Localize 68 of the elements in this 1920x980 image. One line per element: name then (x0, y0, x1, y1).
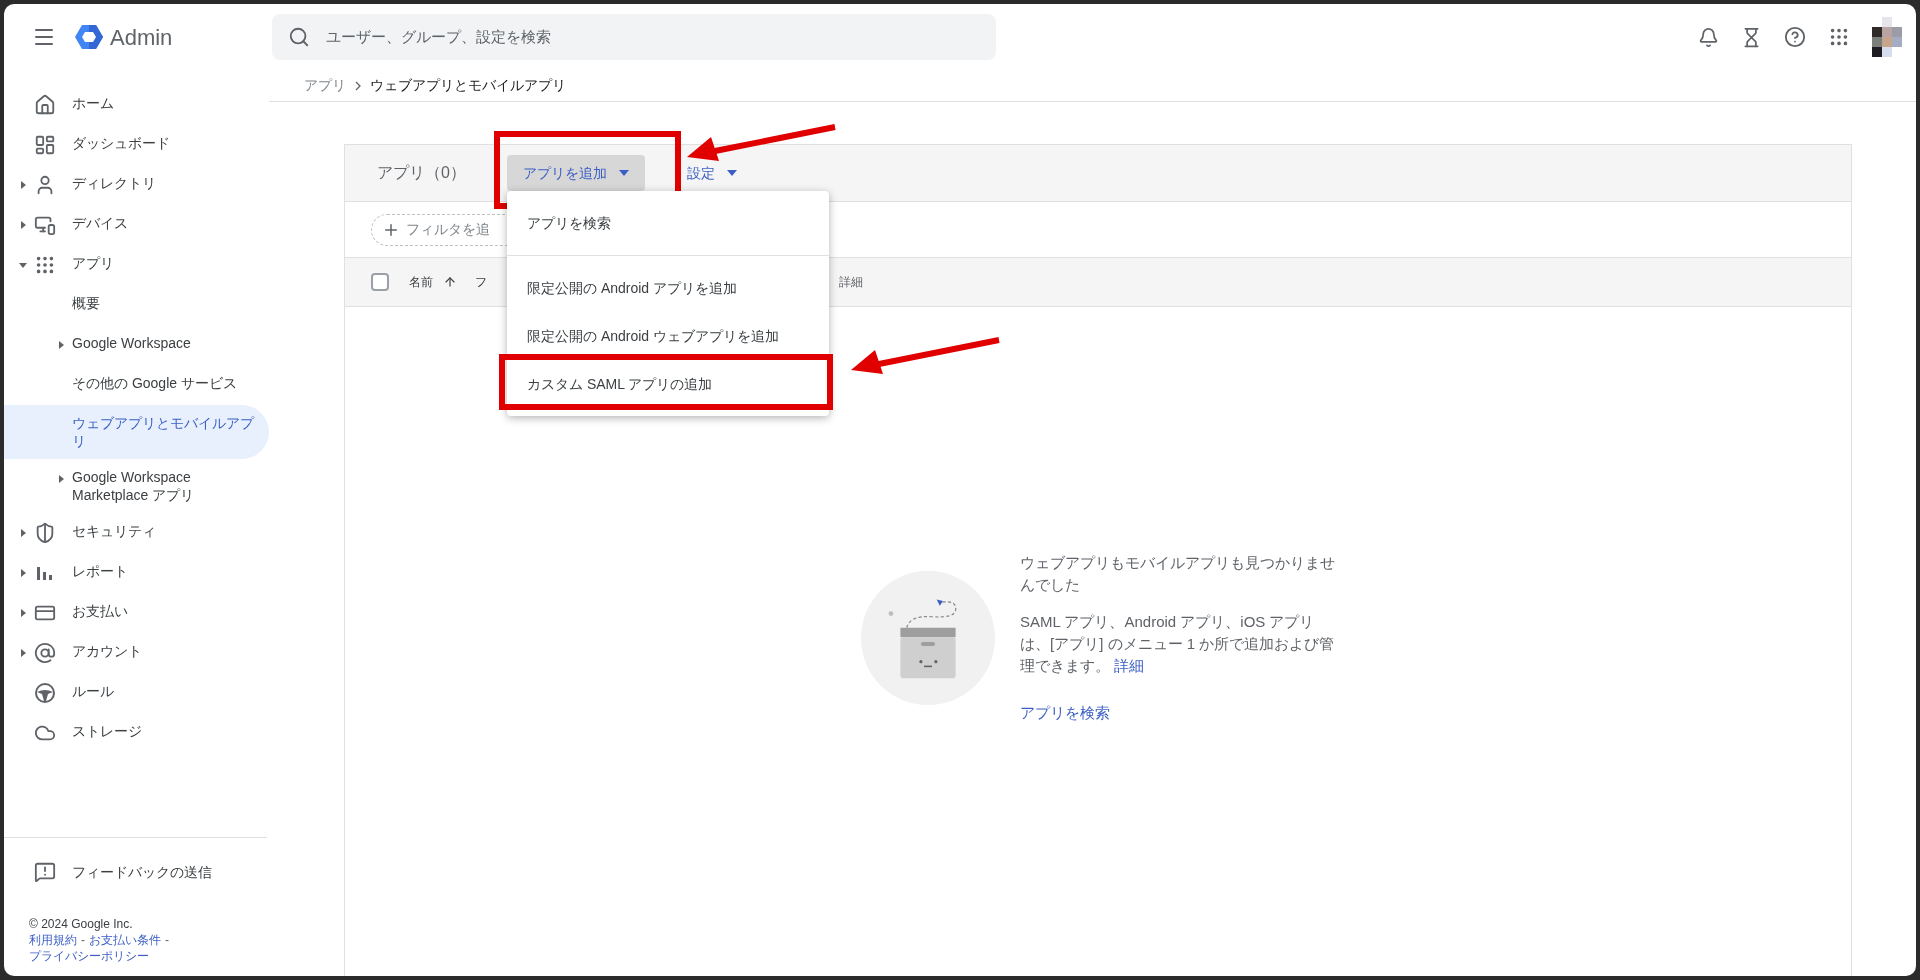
menu-item[interactable]: 限定公開の Android ウェブアプリを追加 (507, 312, 829, 360)
dashboard-icon (34, 134, 56, 156)
help-icon[interactable] (1784, 26, 1806, 48)
sidebar-item[interactable]: ディレクトリ (4, 165, 269, 205)
expand-caret-icon[interactable] (18, 648, 28, 658)
feedback-icon (34, 861, 56, 883)
search-field[interactable]: ユーザー、グループ、設定を検索 (272, 14, 996, 60)
empty-state-description: SAML アプリ、Android アプリ、iOS アプリは、[アプリ] のメニュー 1 か所で追加および管理できます。 詳細 (1020, 612, 1336, 676)
sidebar-item[interactable]: その他の Google サービス (4, 365, 269, 405)
devices-icon (34, 214, 56, 236)
footer-link[interactable]: お支払い条件 (89, 932, 161, 948)
details-link[interactable]: 詳細 (1114, 657, 1145, 674)
menu-item[interactable]: カスタム SAML アプリの追加 (507, 360, 829, 408)
sidebar-item[interactable]: Google Workspace (4, 325, 269, 365)
sidebar-item[interactable]: アカウント (4, 633, 269, 673)
empty-state-title: ウェブアプリもモバイルアプリも見つかりませんでした (1020, 553, 1336, 595)
column-header[interactable]: 名前 (409, 273, 433, 291)
sidebar-item[interactable]: ホーム (4, 85, 269, 125)
search-apps-link[interactable]: アプリを検索 (1020, 702, 1110, 724)
home-icon (34, 94, 56, 116)
breadcrumb-item: ウェブアプリとモバイルアプリ (370, 76, 566, 95)
link-separator: - (165, 932, 169, 948)
expand-caret-icon[interactable] (18, 260, 28, 270)
hexagon-logo-icon (74, 22, 104, 52)
at-sign-icon (34, 642, 56, 664)
settings-button[interactable]: 設定 (687, 162, 737, 184)
expand-caret-icon[interactable] (18, 608, 28, 618)
expand-caret-icon[interactable] (18, 180, 28, 190)
sidebar-item[interactable]: ストレージ (4, 713, 269, 753)
expand-caret-icon[interactable] (18, 568, 28, 578)
search-input[interactable]: ユーザー、グループ、設定を検索 (326, 25, 980, 49)
add-app-button[interactable]: アプリを追加 (507, 155, 645, 191)
apps-grid-icon[interactable] (1828, 26, 1850, 48)
footer-link[interactable]: プライバシーポリシー (29, 948, 149, 964)
sidebar-item[interactable]: ルール (4, 673, 269, 713)
steering-wheel-icon (34, 682, 56, 704)
column-header[interactable]: 詳細 (839, 273, 863, 291)
sidebar-item[interactable]: 概要 (4, 285, 269, 325)
sidebar-item[interactable]: セキュリティ (4, 513, 269, 553)
breadcrumb-chevron-icon (354, 80, 362, 91)
column-header[interactable]: フ (475, 273, 487, 291)
sidebar-item[interactable]: ダッシュボード (4, 125, 269, 165)
expand-caret-icon[interactable] (56, 474, 66, 484)
grid-icon (34, 254, 56, 276)
dropdown-caret-icon (727, 170, 737, 176)
notifications-icon[interactable] (1698, 26, 1719, 48)
sidebar-item[interactable]: Google Workspace Marketplace アプリ (4, 459, 269, 513)
link-separator: - (81, 932, 85, 948)
sidebar-item[interactable]: アプリ (4, 245, 269, 285)
sidebar-item[interactable]: レポート (4, 553, 269, 593)
shield-icon (34, 522, 56, 544)
feedback-link[interactable]: フィードバックの送信 (72, 861, 212, 883)
sidebar-item[interactable]: ウェブアプリとモバイルアプリ (4, 405, 269, 459)
avatar-icon[interactable] (1872, 17, 1902, 57)
breadcrumb-item[interactable]: アプリ (304, 75, 346, 96)
expand-caret-icon[interactable] (56, 340, 66, 350)
select-all-checkbox[interactable] (371, 273, 389, 291)
menu-item[interactable]: 限定公開の Android アプリを追加 (507, 264, 829, 312)
product-name: Admin (110, 23, 173, 52)
sidebar-item[interactable]: お支払い (4, 593, 269, 633)
copyright-text: © 2024 Google Inc. (29, 916, 134, 932)
sidebar-item[interactable]: デバイス (4, 205, 269, 245)
dropdown-caret-icon (619, 170, 629, 176)
expand-caret-icon[interactable] (18, 220, 28, 230)
card-title: アプリ（0） (377, 163, 467, 183)
footer-link[interactable]: 利用規約 (29, 932, 77, 948)
expand-caret-icon[interactable] (18, 528, 28, 538)
search-icon (288, 26, 310, 48)
